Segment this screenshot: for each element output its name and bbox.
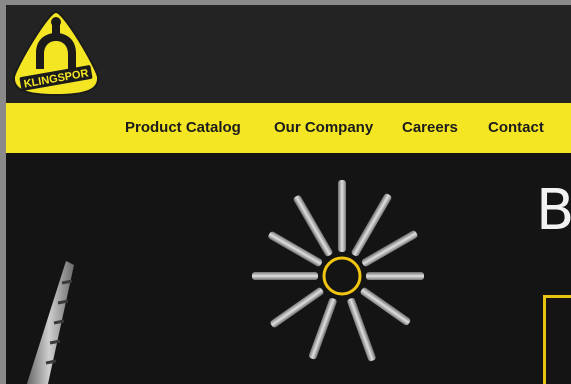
site-header: KLINGSPOR (6, 5, 571, 103)
page-frame: KLINGSPOR Product Catalog Our Company Ca… (6, 5, 571, 384)
klingspor-logo[interactable]: KLINGSPOR (10, 9, 102, 99)
main-navigation: Product Catalog Our Company Careers Cont… (6, 103, 571, 153)
drill-bit-image (26, 261, 74, 384)
nav-careers[interactable]: Careers (402, 103, 458, 153)
nav-contact[interactable]: Contact (488, 103, 544, 153)
nav-product-catalog[interactable]: Product Catalog (125, 103, 241, 153)
hero-banner: B (6, 153, 571, 384)
nav-our-company[interactable]: Our Company (274, 103, 373, 153)
hero-title: B (536, 178, 571, 243)
radial-tools-image (252, 180, 424, 362)
logo-icon: KLINGSPOR (12, 10, 100, 97)
hero-cta-box[interactable] (543, 295, 571, 384)
